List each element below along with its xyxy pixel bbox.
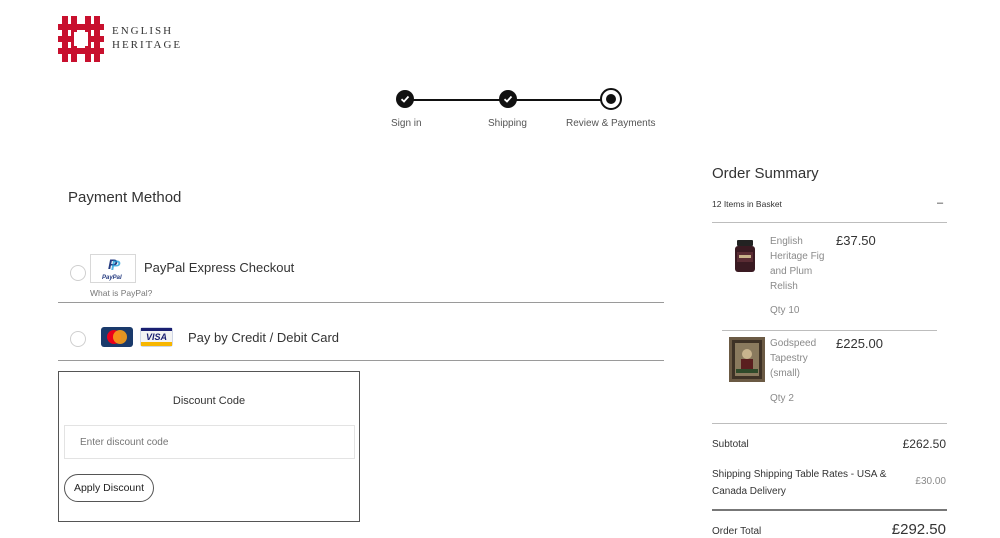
order-total-label: Order Total	[712, 526, 762, 537]
divider	[58, 360, 664, 361]
brand-line-1: ENGLISH	[112, 25, 174, 37]
item-price: £37.50	[836, 233, 876, 248]
step-review-marker	[600, 88, 622, 110]
item-qty: Qty 10	[770, 305, 800, 316]
item-qty: Qty 2	[770, 393, 794, 404]
divider	[58, 302, 664, 303]
step-shipping-marker	[499, 90, 517, 108]
discount-code-input[interactable]	[64, 425, 355, 459]
subtotal-label: Subtotal	[712, 439, 749, 450]
paypal-p-icon: P P PayPal	[102, 256, 122, 281]
brand-line-2: HERITAGE	[112, 39, 183, 51]
apply-discount-button[interactable]: Apply Discount	[64, 474, 154, 502]
svg-text:P: P	[111, 257, 121, 273]
english-heritage-logo[interactable]	[58, 16, 104, 62]
brand-name: ENGLISH HERITAGE	[112, 24, 182, 52]
divider	[722, 330, 937, 331]
visa-logo: VISA	[140, 327, 173, 347]
paypal-option-label[interactable]: PayPal Express Checkout	[144, 260, 294, 275]
payment-method-title: Payment Method	[68, 189, 182, 206]
visa-logo-text: VISA	[146, 332, 167, 342]
item-price: £225.00	[836, 336, 883, 351]
collapse-icon[interactable]: –	[937, 197, 943, 209]
step-sign-in[interactable]: Sign in	[391, 118, 422, 129]
item-name: Godspeed Tapestry (small)	[770, 338, 817, 379]
step-shipping[interactable]: Shipping	[488, 118, 527, 129]
items-in-basket-toggle[interactable]: 12 Items in Basket	[712, 199, 782, 209]
what-is-paypal-link[interactable]: What is PayPal?	[90, 288, 152, 298]
paypal-logo: P P PayPal	[90, 254, 136, 283]
card-option-label[interactable]: Pay by Credit / Debit Card	[188, 330, 339, 345]
discount-title[interactable]: Discount Code	[58, 395, 360, 407]
current-step-dot	[606, 94, 616, 104]
order-total-value: £292.50	[891, 521, 946, 538]
mastercard-logo	[101, 327, 133, 347]
paypal-radio[interactable]	[70, 265, 86, 281]
divider	[712, 423, 947, 424]
relish-jar-image	[735, 240, 755, 272]
tapestry-image	[729, 337, 765, 382]
check-icon	[503, 95, 513, 103]
card-radio[interactable]	[70, 331, 86, 347]
paypal-logo-text: PayPal	[102, 275, 122, 281]
subtotal-value: £262.50	[902, 437, 946, 451]
shipping-value: £30.00	[915, 476, 946, 487]
check-icon	[400, 95, 410, 103]
divider	[712, 222, 947, 223]
step-sign-in-marker	[396, 90, 414, 108]
order-summary-title: Order Summary	[712, 165, 819, 182]
visa-icon: VISA	[141, 328, 172, 346]
total-divider	[712, 509, 947, 511]
step-review-payments: Review & Payments	[566, 118, 656, 129]
item-name: English Heritage Fig and Plum Relish	[770, 236, 825, 292]
mastercard-icon	[107, 330, 127, 344]
